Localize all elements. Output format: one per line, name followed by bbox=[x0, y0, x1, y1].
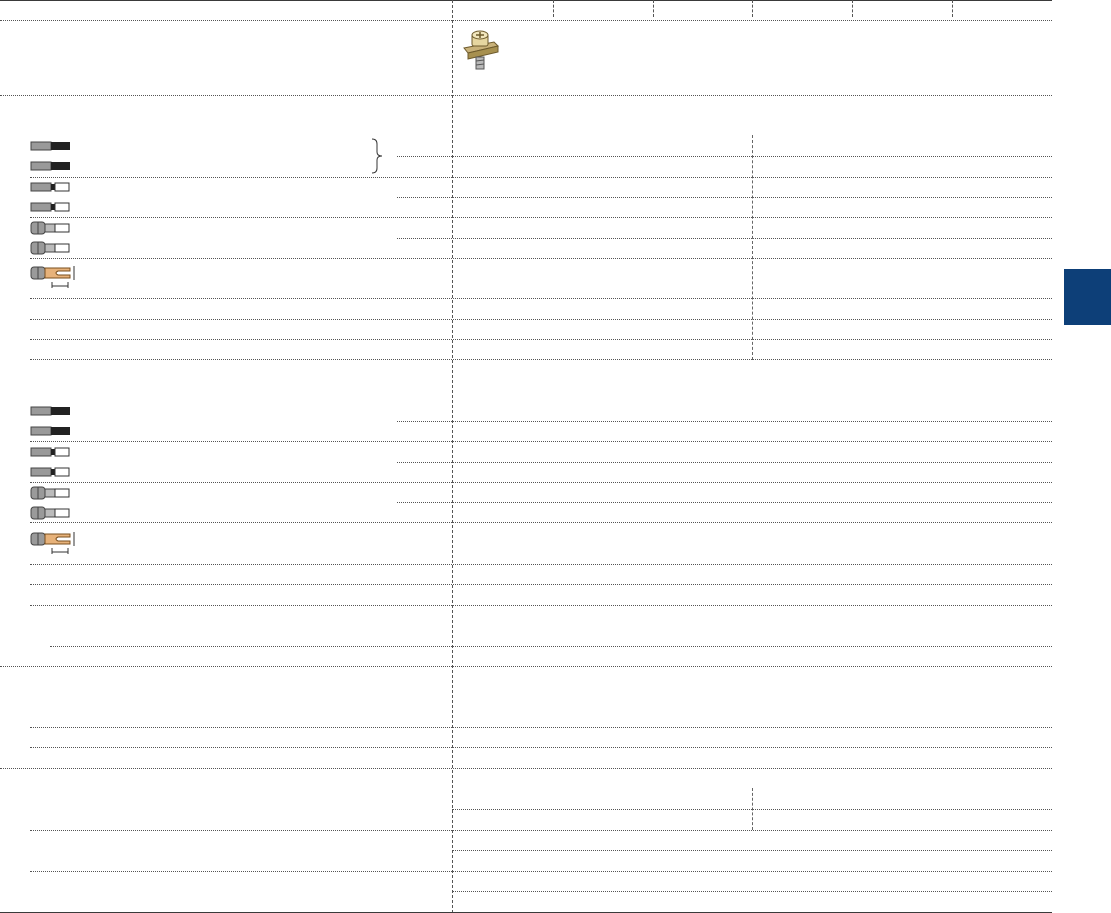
row-rule bbox=[30, 441, 1052, 442]
fork-lug-icon bbox=[30, 266, 75, 288]
row-rule bbox=[397, 156, 1052, 157]
stranded-wire-icon bbox=[30, 467, 70, 477]
solid-wire-icon bbox=[30, 161, 70, 171]
row-rule bbox=[30, 298, 1052, 299]
ferrule-insulated-icon bbox=[30, 221, 70, 235]
row-rule bbox=[452, 850, 1052, 851]
row-rule bbox=[30, 727, 1052, 728]
row-rule bbox=[50, 646, 1052, 647]
row-rule bbox=[30, 258, 1052, 259]
row-rule bbox=[452, 809, 1052, 810]
row-rule bbox=[397, 462, 1052, 463]
row-rule bbox=[397, 238, 1052, 239]
header-column-divider bbox=[752, 0, 753, 17]
row-rule bbox=[397, 502, 1052, 503]
row-rule bbox=[30, 359, 1052, 360]
row-rule bbox=[30, 177, 1052, 178]
row-rule bbox=[30, 319, 1052, 320]
row-rule bbox=[0, 666, 1052, 667]
solid-wire-icon bbox=[30, 141, 70, 151]
row-rule bbox=[30, 339, 1052, 340]
row-rule bbox=[397, 421, 1052, 422]
table-top-rule bbox=[0, 0, 1052, 1]
row-rule bbox=[30, 522, 1052, 523]
row-rule bbox=[30, 605, 1052, 606]
row-rule bbox=[30, 584, 1052, 585]
sub-column-divider bbox=[752, 135, 753, 360]
row-rule bbox=[30, 871, 1052, 872]
header-column-divider bbox=[653, 0, 654, 17]
header-column-divider bbox=[952, 0, 953, 17]
row-rule bbox=[30, 482, 1052, 483]
header-column-divider bbox=[553, 0, 554, 17]
row-rule bbox=[30, 564, 1052, 565]
stranded-wire-icon bbox=[30, 182, 70, 192]
stranded-wire-icon bbox=[30, 447, 70, 457]
main-column-divider bbox=[452, 0, 453, 913]
row-rule bbox=[30, 830, 1052, 831]
row-rule bbox=[397, 197, 1052, 198]
solid-wire-icon bbox=[30, 426, 70, 436]
row-rule bbox=[0, 20, 1052, 21]
header-column-divider bbox=[852, 0, 853, 17]
ferrule-insulated-icon bbox=[30, 486, 70, 500]
ferrule-insulated-icon bbox=[30, 506, 70, 520]
section-side-tab bbox=[1064, 269, 1111, 325]
row-rule bbox=[0, 768, 1052, 769]
terminal-screw-icon bbox=[463, 30, 499, 70]
row-rule bbox=[30, 747, 1052, 748]
ferrule-insulated-icon bbox=[30, 241, 70, 255]
row-rule bbox=[30, 217, 1052, 218]
stranded-wire-icon bbox=[30, 202, 70, 212]
brace-icon bbox=[371, 138, 383, 174]
fork-lug-icon bbox=[30, 532, 75, 554]
solid-wire-icon bbox=[30, 406, 70, 416]
row-rule bbox=[0, 95, 1052, 96]
row-rule bbox=[452, 891, 1052, 892]
